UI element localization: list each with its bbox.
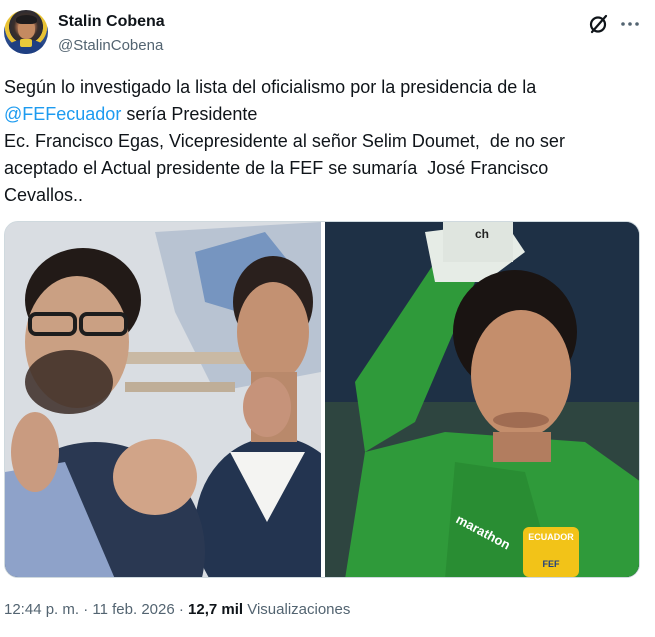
tweet-line-4: aceptado el Actual presidente de la FEF … [4, 158, 549, 178]
views-count[interactable]: 12,7 mil [188, 601, 243, 618]
media-grid: ch ECUADOR FEF marathon [4, 221, 640, 578]
tweet-text: Según lo investigado la lista del oficia… [4, 74, 644, 209]
mention-link[interactable]: @FEFecuador [4, 104, 121, 124]
crest-fef-text: FEF [543, 559, 561, 569]
more-icon[interactable] [618, 12, 642, 36]
tweet-line-2-rest: sería Presidente [121, 104, 258, 124]
avatar-collar [20, 39, 32, 47]
meta-separator: · [79, 601, 93, 618]
photo-left[interactable] [5, 222, 321, 577]
glove-text: ch [475, 227, 489, 241]
photo-left-illustration [5, 222, 321, 577]
author-handle[interactable]: @StalinCobena [58, 37, 163, 54]
author-name[interactable]: Stalin Cobena [58, 13, 165, 31]
meta-separator: · [174, 601, 189, 618]
avatar-hair [16, 15, 37, 24]
tweet-line-2: @FEFecuador sería Presidente [4, 101, 644, 128]
tweet-meta: 12:44 p. m. · 11 feb. 2026 · 12,7 mil Vi… [4, 601, 350, 618]
tweet-line-3: Ec. Francisco Egas, Vicepresidente al se… [4, 131, 565, 151]
tweet: Stalin Cobena @StalinCobena Según lo inv… [0, 0, 655, 637]
views-label[interactable]: Visualizaciones [243, 601, 350, 618]
avatar[interactable] [4, 10, 48, 54]
photo-right[interactable]: ch ECUADOR FEF marathon [325, 222, 639, 577]
photo-right-illustration: ch ECUADOR FEF marathon [325, 222, 639, 577]
tweet-time[interactable]: 12:44 p. m. [4, 601, 79, 618]
tweet-line-5: Cevallos.. [4, 185, 84, 205]
grok-icon[interactable] [587, 12, 611, 36]
crest-text: ECUADOR [528, 532, 574, 542]
tweet-line-1: Según lo investigado la lista del oficia… [4, 77, 537, 97]
tweet-date[interactable]: 11 feb. 2026 [92, 601, 174, 618]
